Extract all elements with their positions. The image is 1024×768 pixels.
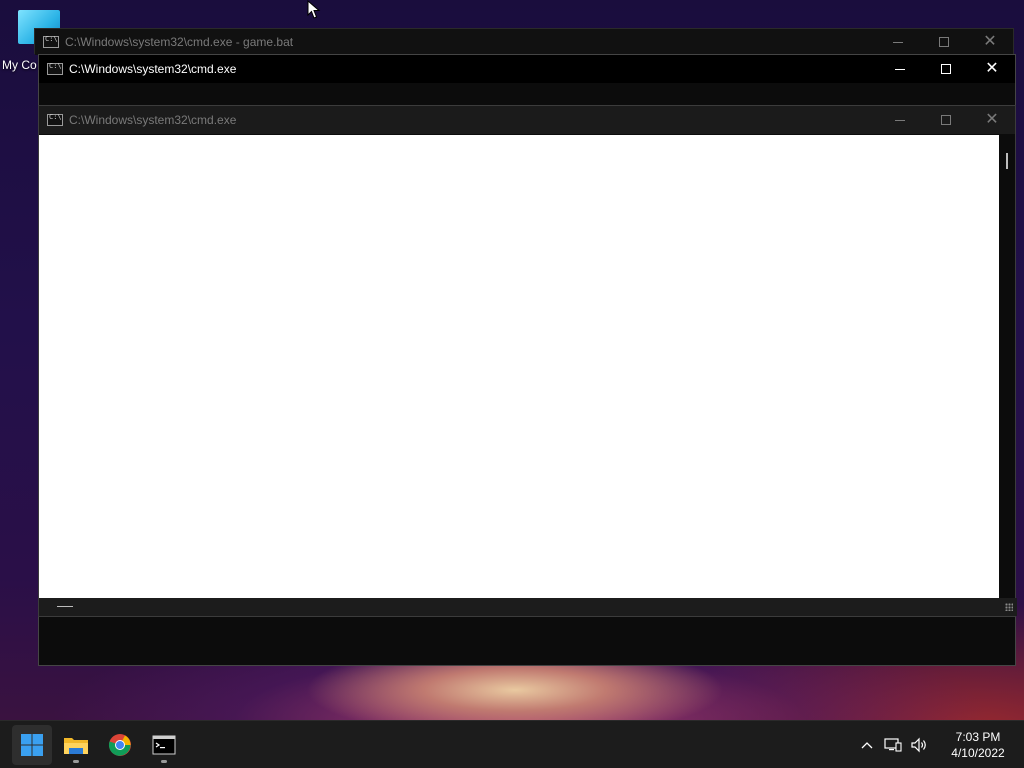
volume-icon[interactable] [906, 732, 932, 758]
maximize-icon [939, 37, 949, 47]
maximize-button[interactable] [923, 106, 969, 134]
titlebar[interactable]: C:\Windows\system32\cmd.exe ✕ [39, 55, 1015, 83]
horizontal-scrollbar[interactable] [39, 598, 1017, 616]
maximize-button[interactable] [921, 28, 967, 56]
network-icon[interactable] [880, 732, 906, 758]
close-icon: ✕ [983, 33, 997, 50]
minimize-icon [895, 119, 905, 121]
mouse-cursor-icon [307, 0, 321, 19]
minimize-button[interactable] [877, 106, 923, 134]
maximize-icon [941, 115, 951, 125]
minimize-icon [893, 41, 903, 43]
minimize-icon [895, 68, 905, 70]
resize-grip-icon[interactable] [1005, 603, 1013, 611]
vertical-scrollbar[interactable] [999, 135, 1015, 598]
window-title: C:\Windows\system32\cmd.exe [69, 113, 237, 127]
window-cmd-front[interactable]: C:\Windows\system32\cmd.exe ✕ [38, 105, 1017, 617]
system-tray: 7:03 PM 4/10/2022 [854, 721, 1024, 768]
scrollbar-thumb[interactable] [1006, 153, 1008, 169]
window-title: C:\Windows\system32\cmd.exe - game.bat [65, 35, 294, 49]
scrollbar-thumb[interactable] [57, 606, 73, 607]
chevron-up-icon[interactable] [854, 732, 880, 758]
console-client-area[interactable] [39, 135, 1000, 598]
desktop-icon-label: My Co [2, 58, 37, 72]
clock-time: 7:03 PM [955, 730, 1001, 744]
taskbar: 7:03 PM 4/10/2022 [0, 720, 1024, 768]
running-indicator [161, 760, 167, 763]
start-button[interactable] [12, 725, 52, 765]
close-icon: ✕ [985, 60, 999, 77]
maximize-button[interactable] [923, 55, 969, 83]
close-button[interactable]: ✕ [969, 55, 1015, 83]
clock[interactable]: 7:03 PM 4/10/2022 [938, 729, 1018, 761]
window-cmd-game-bat[interactable]: C:\Windows\system32\cmd.exe - game.bat ✕ [34, 28, 1014, 55]
titlebar[interactable]: C:\Windows\system32\cmd.exe ✕ [39, 106, 1015, 134]
cmd-icon [47, 62, 63, 75]
running-indicator [73, 760, 79, 763]
taskbar-file-explorer[interactable] [56, 725, 96, 765]
close-button[interactable]: ✕ [969, 106, 1015, 134]
cmd-icon [47, 113, 63, 126]
close-icon: ✕ [985, 111, 999, 128]
maximize-icon [941, 64, 951, 74]
window-title: C:\Windows\system32\cmd.exe [69, 62, 237, 76]
taskbar-chrome[interactable] [100, 725, 140, 765]
close-button[interactable]: ✕ [967, 28, 1013, 56]
file-explorer-icon [64, 738, 88, 754]
cmd-icon [43, 35, 59, 48]
clock-date: 4/10/2022 [951, 746, 1005, 760]
cmd-icon [152, 735, 176, 755]
minimize-button[interactable] [877, 55, 923, 83]
start-icon [21, 734, 43, 756]
titlebar[interactable]: C:\Windows\system32\cmd.exe - game.bat ✕ [35, 29, 1013, 55]
minimize-button[interactable] [875, 28, 921, 56]
taskbar-cmd[interactable] [144, 725, 184, 765]
chrome-icon [108, 734, 131, 756]
